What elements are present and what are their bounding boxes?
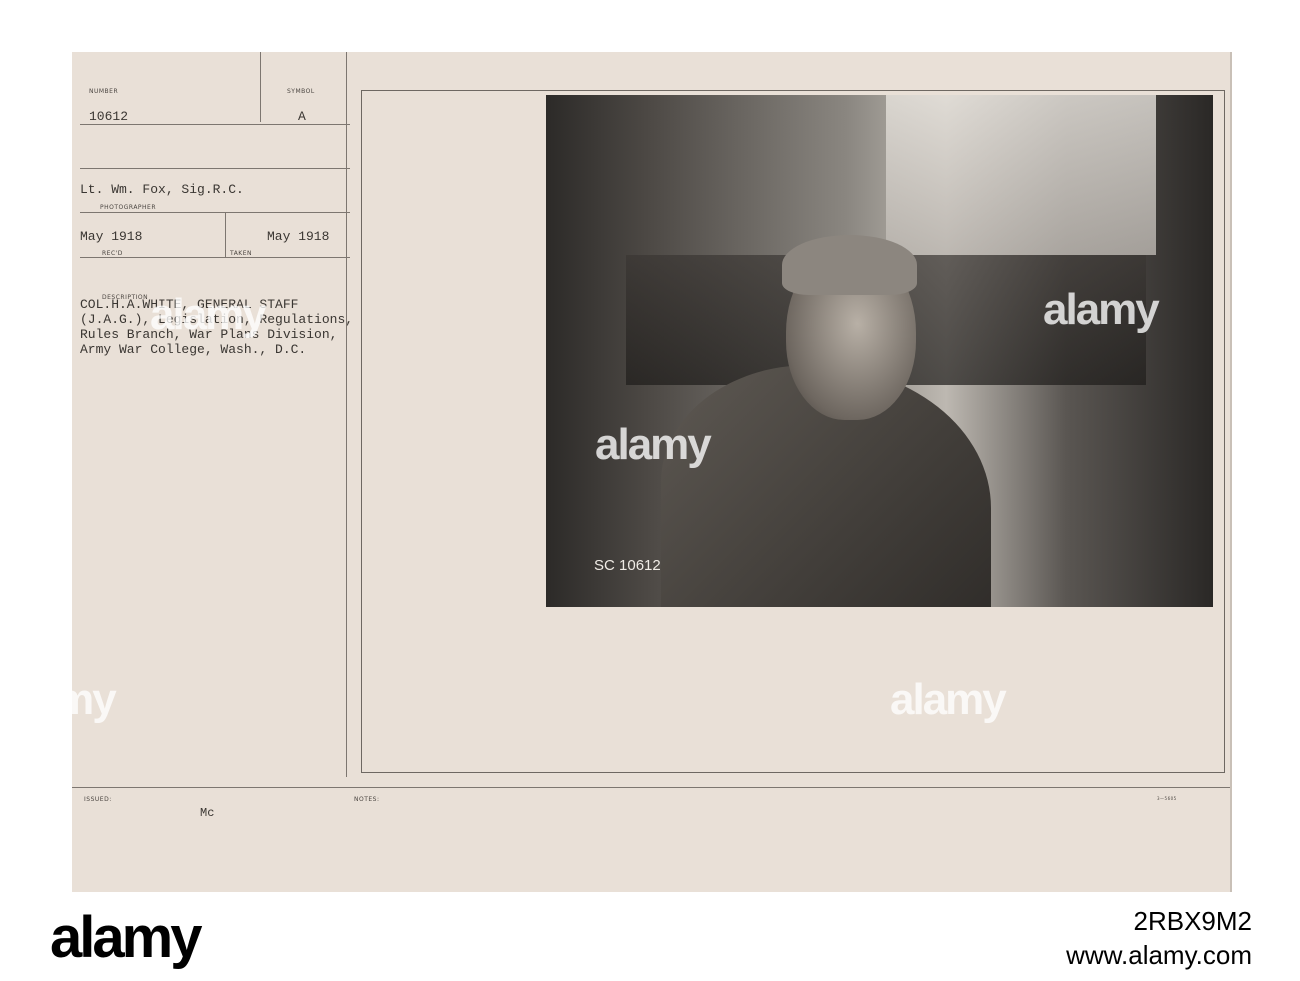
divider bbox=[80, 168, 350, 169]
divider bbox=[260, 52, 261, 122]
issued-label: ISSUED: bbox=[84, 796, 112, 803]
photographer-label: PHOTOGRAPHER bbox=[100, 204, 157, 211]
number-label: NUMBER bbox=[89, 88, 119, 95]
notes-label: NOTES: bbox=[354, 796, 380, 803]
taken-value: May 1918 bbox=[267, 229, 330, 244]
watermark: alamy bbox=[1043, 285, 1160, 334]
watermark: alamy bbox=[890, 675, 1007, 724]
received-label: REC'D bbox=[102, 250, 123, 257]
divider bbox=[72, 787, 1230, 788]
photographer-value: Lt. Wm. Fox, Sig.R.C. bbox=[80, 182, 244, 197]
symbol-value: A bbox=[298, 109, 306, 124]
image-id: 2RBX9M2 bbox=[1133, 906, 1253, 936]
watermark: alamy bbox=[150, 290, 267, 339]
divider bbox=[346, 52, 347, 777]
subject-hair bbox=[782, 235, 917, 295]
symbol-label: SYMBOL bbox=[287, 88, 315, 95]
number-value: 10612 bbox=[89, 109, 129, 124]
taken-label: TAKEN bbox=[230, 250, 253, 257]
received-value: May 1918 bbox=[80, 229, 143, 244]
divider bbox=[80, 257, 350, 258]
card-edge bbox=[1230, 52, 1232, 892]
issued-value: Mc bbox=[200, 806, 215, 820]
portrait-photo: SC 10612 bbox=[546, 95, 1213, 607]
divider bbox=[80, 212, 350, 213]
stock-banner: alamy 2RBX9M2 www.alamy.com bbox=[0, 892, 1300, 981]
negative-mark: SC 10612 bbox=[594, 557, 661, 574]
window-light bbox=[886, 95, 1156, 255]
divider bbox=[80, 124, 350, 125]
form-number: 3—5605 bbox=[1157, 796, 1177, 801]
watermark: alamy bbox=[0, 675, 117, 724]
watermark: alamy bbox=[595, 420, 712, 469]
divider bbox=[225, 212, 226, 257]
alamy-logo: alamy bbox=[50, 905, 202, 970]
site-url[interactable]: www.alamy.com bbox=[1066, 940, 1252, 971]
